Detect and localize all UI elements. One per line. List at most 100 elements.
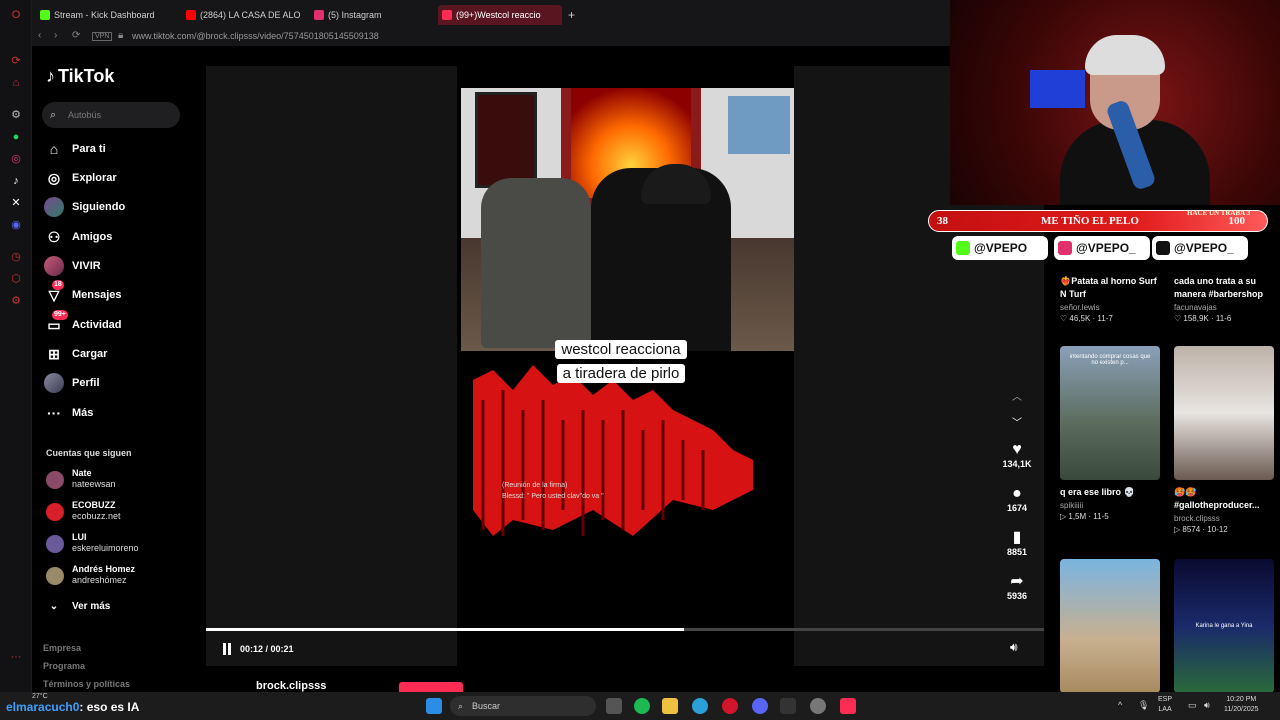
thumbnail-text: intentando comprar cosas que no existen … bbox=[1069, 354, 1151, 366]
following-item[interactable]: LUI eskereluimoreno bbox=[46, 532, 196, 558]
nav-amigos[interactable]: ⚇ Amigos bbox=[44, 226, 194, 248]
spotify-icon[interactable] bbox=[634, 698, 650, 714]
tab-tiktok[interactable]: (99+)Westcol reaccio bbox=[438, 5, 562, 25]
following-item[interactable]: Andrés Homez andreshómez bbox=[46, 564, 196, 590]
save-button[interactable]: ▮ 8851 bbox=[996, 529, 1038, 557]
share-button[interactable]: ➦ 5936 bbox=[996, 573, 1038, 601]
extensions-icon[interactable]: ⬡ bbox=[9, 272, 23, 286]
author-name[interactable]: brock.clipsss bbox=[256, 680, 326, 692]
heart-icon: ♥ bbox=[1012, 441, 1022, 458]
comment-button[interactable]: ● 1674 bbox=[996, 485, 1038, 513]
new-tab-button[interactable]: + bbox=[564, 5, 580, 25]
network-icon[interactable]: ▭ bbox=[1188, 700, 1197, 710]
footer-programa[interactable]: Programa bbox=[43, 661, 85, 671]
clock-date: 11/20/2025 bbox=[1224, 706, 1259, 713]
discord-icon[interactable] bbox=[752, 698, 768, 714]
microphone-icon[interactable]: 🎙︎ bbox=[1138, 700, 1149, 710]
nav-label: Siguiendo bbox=[72, 201, 126, 213]
nav-label: Mensajes bbox=[72, 289, 122, 301]
vpn-badge[interactable]: VPN bbox=[92, 32, 113, 41]
whatsapp-icon[interactable]: ● bbox=[9, 130, 23, 144]
search-input[interactable]: ⌕ Autobús bbox=[42, 102, 180, 128]
tab-label: (5) Instagram bbox=[328, 10, 382, 20]
opera-settings-icon[interactable]: ⚙ bbox=[9, 294, 23, 308]
tab-bar: Stream - Kick Dashboard (2864) LA CASA D… bbox=[32, 0, 952, 28]
related-likes: 158,9K bbox=[1183, 314, 1209, 323]
avatar bbox=[46, 503, 64, 521]
discord-icon[interactable]: ◉ bbox=[9, 218, 23, 232]
related-video-card[interactable] bbox=[1060, 559, 1162, 693]
following-handle: ecobuzz.net bbox=[72, 511, 121, 521]
more-icon[interactable]: ··· bbox=[9, 650, 23, 664]
tiktok-app-icon[interactable] bbox=[840, 698, 856, 714]
tab-kick[interactable]: Stream - Kick Dashboard bbox=[36, 5, 176, 25]
nav-mas[interactable]: ··· Más bbox=[44, 402, 194, 424]
file-explorer-icon[interactable] bbox=[662, 698, 678, 714]
tiktok-logo[interactable]: ♪ TikTok bbox=[46, 66, 114, 87]
tab-instagram[interactable]: (5) Instagram bbox=[310, 5, 430, 25]
nav-siguiendo[interactable]: Siguiendo bbox=[44, 196, 194, 218]
related-date: 11-6 bbox=[1215, 314, 1232, 323]
weather-widget[interactable]: 27°C bbox=[32, 693, 48, 700]
language-indicator[interactable]: ESP LAA bbox=[1158, 695, 1172, 715]
tiktok-icon[interactable]: ♪ bbox=[9, 174, 23, 188]
like-button[interactable]: ♥ 134,1K bbox=[996, 441, 1038, 469]
footer-terminos[interactable]: Términos y políticas bbox=[43, 679, 130, 689]
opera-home-icon[interactable]: ⌂ bbox=[9, 76, 23, 90]
activity-icon: ▭ 99+ bbox=[47, 310, 68, 333]
nav-perfil[interactable]: Perfil bbox=[44, 372, 194, 394]
x-icon[interactable]: ✕ bbox=[9, 196, 23, 210]
telegram-icon[interactable] bbox=[692, 698, 708, 714]
forward-icon[interactable]: › bbox=[54, 30, 57, 41]
following-item[interactable]: ECOBUZZ ecobuzz.net bbox=[46, 500, 196, 526]
related-video-card[interactable]: 🥵🥵 #gallotheproducer... brock.clipsss ▷ … bbox=[1174, 346, 1276, 534]
related-video-card[interactable]: intentando comprar cosas que no existen … bbox=[1060, 346, 1162, 521]
related-title-text: Patata al horno Surf N Turf bbox=[1060, 276, 1157, 299]
opera-logo-icon[interactable]: O bbox=[9, 8, 23, 22]
following-handle: eskereluimoreno bbox=[72, 543, 139, 553]
obs-icon[interactable] bbox=[810, 698, 826, 714]
nav-mensajes[interactable]: ▽ 18 Mensajes bbox=[44, 280, 194, 306]
task-view-icon[interactable] bbox=[606, 698, 622, 714]
nav-cargar[interactable]: ⊞ Cargar bbox=[44, 343, 194, 365]
bookmark-icon: ▮ bbox=[1012, 529, 1022, 546]
next-video-chevron-icon[interactable]: ﹀ bbox=[1012, 414, 1022, 429]
windows-start-icon[interactable] bbox=[426, 698, 442, 714]
video-progress-bar[interactable] bbox=[206, 628, 1044, 631]
monitor-image bbox=[1030, 70, 1085, 108]
related-video-card[interactable]: ❤️‍🔥Patata al horno Surf N Turf señor.le… bbox=[1060, 275, 1162, 323]
nav-label: Actividad bbox=[72, 319, 122, 331]
previous-video-chevron-icon[interactable]: ︿ bbox=[1012, 388, 1022, 403]
pause-icon[interactable] bbox=[222, 643, 232, 655]
tray-chevron-icon[interactable]: ^ bbox=[1118, 700, 1122, 710]
app-icon[interactable] bbox=[780, 698, 796, 714]
reload-icon[interactable]: ⟳ bbox=[72, 30, 80, 41]
volume-tray-icon[interactable]: 🔊︎ bbox=[1204, 700, 1210, 710]
video-player[interactable]: westcol reacciona a tiradera de pirlo (R… bbox=[457, 66, 794, 666]
nav-actividad[interactable]: ▭ 99+ Actividad bbox=[44, 310, 194, 336]
goal-bar: 38 ME TIÑO EL PELO 100 HACE UN TRABA 3 bbox=[928, 209, 1268, 232]
nav-para-ti[interactable]: ⌂ Para ti bbox=[44, 138, 194, 160]
settings-icon[interactable]: ⚙ bbox=[9, 108, 23, 122]
history-icon[interactable]: ◷ bbox=[9, 250, 23, 264]
share-count: 5936 bbox=[1006, 591, 1028, 601]
opera-icon[interactable] bbox=[722, 698, 738, 714]
nav-explorar[interactable]: ◎ Explorar bbox=[44, 167, 194, 189]
volume-icon[interactable]: 🔊︎ bbox=[1010, 640, 1018, 655]
url-field[interactable]: www.tiktok.com/@brock.clipsss/video/7574… bbox=[132, 31, 379, 41]
back-icon[interactable]: ‹ bbox=[38, 30, 41, 41]
see-more-button[interactable]: ⌄ Ver más bbox=[44, 596, 194, 618]
related-video-card[interactable]: Karina le gana a Yina bbox=[1174, 559, 1276, 693]
opera-refresh-icon[interactable]: ⟳ bbox=[9, 54, 23, 68]
handle-text: @VPEPO bbox=[974, 241, 1028, 255]
following-item[interactable]: Nate nateewsan bbox=[46, 468, 196, 494]
footer-empresa[interactable]: Empresa bbox=[43, 643, 81, 653]
related-video-card[interactable]: cada uno trata a su manera #barbershop f… bbox=[1174, 275, 1276, 323]
chevron-down-icon: ⌄ bbox=[49, 601, 59, 612]
taskbar-search[interactable]: ⌕ Buscar bbox=[450, 696, 596, 716]
tab-youtube[interactable]: (2864) LA CASA DE ALO bbox=[182, 5, 302, 25]
clock[interactable]: 10:20 PM 11/20/2025 bbox=[1224, 695, 1259, 715]
nav-vivir[interactable]: VIVIR bbox=[44, 255, 194, 277]
windows-taskbar: 27°C ⌕ Buscar ^ 🎙︎ ESP LAA ▭ 🔊︎ 10:20 PM 1… bbox=[0, 692, 1280, 720]
instagram-icon[interactable]: ◎ bbox=[9, 152, 23, 166]
